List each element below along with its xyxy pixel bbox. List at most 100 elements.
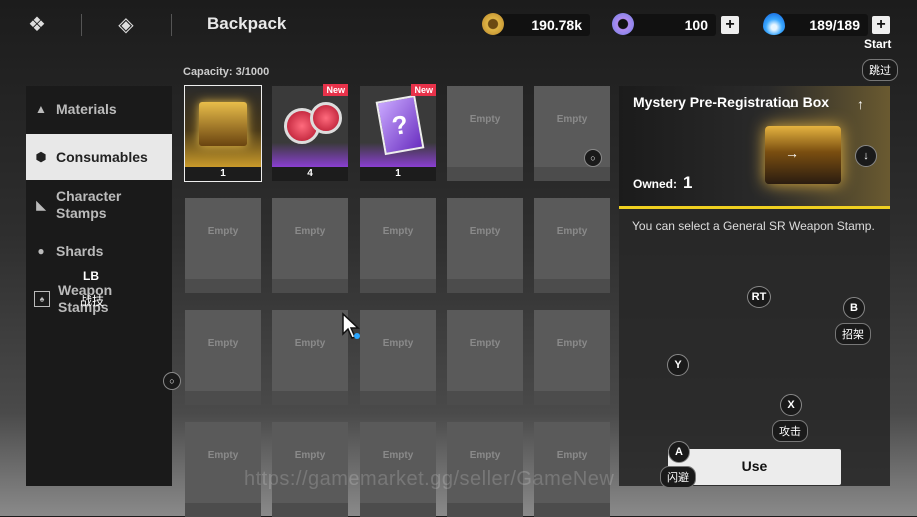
slot-footer [360,391,436,405]
empty-label: Empty [294,450,326,461]
slot-footer [534,391,610,405]
add-ring-button[interactable]: + [721,16,739,34]
inventory-slot-empty[interactable]: Empty [360,310,436,405]
empty-label: Empty [469,226,501,237]
skip-label[interactable]: 跳过 [862,59,898,81]
x-button-icon: X [780,394,802,416]
sidebar-item-label: Character Stamps [56,188,122,221]
new-badge: New [411,84,436,96]
inventory-slot-empty[interactable]: Empty [272,310,348,405]
inventory-slot-empty[interactable]: Empty [360,198,436,293]
gold-coin-icon [482,13,504,35]
slot-footer [447,503,523,517]
inventory-slot-empty[interactable]: Empty [447,86,523,181]
arrow-left-icon: ← [785,96,799,112]
slot-footer [534,279,610,293]
start-button-label: Start [864,37,892,51]
empty-label: Empty [382,338,414,349]
page-title: Backpack [207,14,287,33]
inventory-slot-empty[interactable]: Empty [534,310,610,405]
add-stamina-button[interactable]: + [872,16,890,34]
empty-label: Empty [556,338,588,349]
arrow-up-icon: ↑ [857,96,864,112]
inventory-slot-empty[interactable]: Empty [534,86,610,181]
sidebar-item-materials[interactable]: ▲ Materials [26,94,172,124]
item-name: Mystery Pre-Registration Box [633,94,830,110]
b-button-icon: B [843,297,865,319]
stamina-currency: 189/189 [774,14,868,36]
sidebar-item-label: Consumables [56,149,148,165]
mouse-cursor-icon [342,312,360,339]
empty-label: Empty [556,450,588,461]
item-count: 1 [185,167,261,181]
sidebar-item-consumables[interactable]: ⬢ Consumables [26,134,172,180]
sidebar-item-character-stamps[interactable]: ◣ Character Stamps [26,186,172,224]
empty-label: Empty [382,226,414,237]
capacity-text: Capacity: 3/1000 [183,66,270,78]
x-action-label: 攻击 [772,420,808,442]
gold-currency: 190.78k [494,14,590,36]
slot-footer [447,391,523,405]
inventory-slot-empty[interactable]: Empty [534,198,610,293]
inventory-slot-empty[interactable]: Empty [447,198,523,293]
new-badge: New [323,84,348,96]
mystery-card-icon: ? [360,86,436,167]
slot-footer [272,391,348,405]
empty-label: Empty [556,226,588,237]
triangle-icon: ▲ [35,102,47,116]
inventory-slot-item[interactable]: 4 New [272,84,348,181]
empty-label: Empty [294,338,326,349]
slot-footer [272,503,348,517]
inventory-slot-empty[interactable]: Empty [447,310,523,405]
sidebar-item-label: Materials [56,101,117,117]
empty-label: Empty [556,114,588,125]
empty-label: Empty [382,450,414,461]
rt-button-icon: RT [747,286,771,308]
purple-ring-icon [612,13,634,35]
empty-label: Empty [207,226,239,237]
a-button-icon: A [668,441,690,463]
item-banner: Mystery Pre-Registration Box Owned: 1 [619,86,890,209]
ring-currency: 100 [624,14,716,36]
empty-label: Empty [469,114,501,125]
y-button-icon: Y [667,354,689,376]
stamp-icon: ◣ [36,198,46,212]
inventory-slot-empty[interactable]: Empty [272,198,348,293]
inventory-slot-item[interactable]: ? 1 New [360,84,436,181]
arrow-down-icon: ↓ [855,145,877,167]
person-icon: ● [37,244,45,258]
empty-label: Empty [469,338,501,349]
a-action-label: 闪避 [660,466,696,488]
sidebar-item-shards[interactable]: ● Shards [26,238,172,264]
slot-footer [447,279,523,293]
slot-footer [185,391,261,405]
owned-value: 1 [683,173,693,192]
empty-label: Empty [294,226,326,237]
slot-footer [185,503,261,517]
inventory-slot-empty[interactable]: Empty [185,310,261,405]
inventory-slot-empty[interactable]: Empty [185,198,261,293]
sidebar-item-label: Shards [56,243,104,259]
home-diamond-icon[interactable]: ◈ [113,12,139,38]
slot-footer [534,167,610,181]
watermark-text: https://gamemarket.gg/seller/GameNew [244,468,615,490]
hexagon-icon: ⬢ [35,150,47,164]
slot-footer [447,167,523,181]
red-orbs-icon [272,86,348,167]
card-icon: ♠ [34,291,50,307]
item-count: 1 [360,167,436,181]
divider [81,14,82,36]
empty-label: Empty [469,450,501,461]
slot-footer [534,503,610,517]
menu-diamond-icon[interactable]: ❖ [24,12,50,38]
left-stick-icon: ○ [163,372,181,390]
item-artwork [765,126,841,184]
slot-footer [360,503,436,517]
empty-label: Empty [207,338,239,349]
inventory-slot-item[interactable]: 1 [184,85,262,182]
b-action-label: 招架 [835,323,871,345]
category-sidebar: ▲ Materials ⬢ Consumables ◣ Character St… [26,86,172,486]
item-description: You can select a General SR Weapon Stamp… [632,219,875,233]
slot-footer [360,279,436,293]
divider [171,14,172,36]
